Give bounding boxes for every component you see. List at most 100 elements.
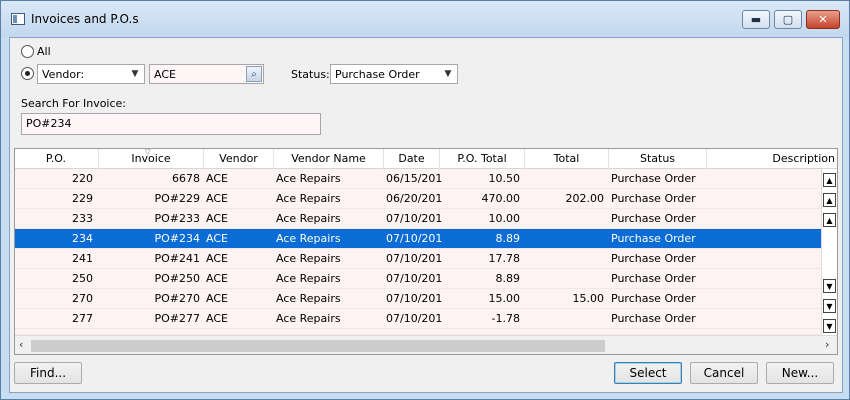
scroll-down-icon[interactable]: ▼ bbox=[823, 279, 836, 293]
scroll-left-icon[interactable]: ‹ bbox=[19, 338, 23, 351]
horizontal-scroll-thumb[interactable] bbox=[31, 340, 605, 352]
scroll-top-icon[interactable]: ▲ bbox=[823, 173, 836, 187]
table-row[interactable]: 250 PO#250 ACE Ace Repairs 07/10/201 8.89 Purc… bbox=[15, 269, 821, 289]
cancel-button[interactable]: Cancel bbox=[690, 362, 758, 384]
vendor-type-combo[interactable]: Vendor: ▼ bbox=[37, 64, 145, 84]
cell-po: 220 bbox=[72, 172, 93, 185]
cell-vendor-name: Ace Repairs bbox=[276, 172, 341, 185]
cell-total bbox=[525, 229, 604, 249]
cell-vendor: ACE bbox=[206, 192, 228, 205]
cell-vendor: ACE bbox=[206, 212, 228, 225]
table-row[interactable]: 220 6678 ACE Ace Repairs 06/15/201 10.50 Purch… bbox=[15, 169, 821, 189]
horizontal-scrollbar[interactable]: ‹ › bbox=[15, 335, 837, 354]
column-header-invoice[interactable]: Invoice bbox=[99, 149, 204, 169]
scroll-right-icon[interactable]: › bbox=[825, 338, 829, 351]
cell-po-total: 17.78 bbox=[488, 252, 521, 265]
vendor-lookup-button[interactable]: ⌕ bbox=[246, 66, 262, 82]
window-title: Invoices and P.O.s bbox=[31, 12, 139, 26]
vendor-type-value: Vendor: bbox=[42, 68, 85, 81]
cell-date: 07/10/201 bbox=[386, 292, 442, 305]
cell-po-total: 8.89 bbox=[495, 272, 521, 285]
vendor-input[interactable]: ACE ⌕ bbox=[149, 64, 264, 84]
magnifier-icon: ⌕ bbox=[251, 68, 257, 80]
cell-po: 229 bbox=[72, 192, 93, 205]
find-button[interactable]: Find... bbox=[14, 362, 82, 384]
cell-invoice: 6678 bbox=[172, 172, 200, 185]
table-row[interactable]: 270 PO#270 ACE Ace Repairs 07/10/201 15.00 15.… bbox=[15, 289, 821, 309]
title-bar[interactable]: Invoices and P.O.s ▬ ▢ ✕ bbox=[1, 1, 849, 37]
column-header-status[interactable]: Status bbox=[609, 149, 707, 169]
search-invoice-input[interactable]: PO#234 bbox=[21, 113, 321, 135]
vertical-scrollbar[interactable]: ▲ ▲ ▲ ▼ ▼ ▼ bbox=[821, 169, 837, 335]
column-header-vendor[interactable]: Vendor bbox=[204, 149, 274, 169]
cell-vendor-name: Ace Repairs bbox=[276, 232, 341, 245]
maximize-icon: ▢ bbox=[782, 13, 794, 26]
cell-vendor: ACE bbox=[206, 292, 228, 305]
cell-date: 06/15/201 bbox=[386, 172, 442, 185]
cell-po: 234 bbox=[72, 232, 93, 245]
new-button[interactable]: New... bbox=[766, 362, 834, 384]
table-row[interactable]: 233 PO#233 ACE Ace Repairs 07/10/201 10.00 Pur… bbox=[15, 209, 821, 229]
scroll-page-down-icon[interactable]: ▼ bbox=[823, 299, 836, 313]
cell-status: Purchase Order bbox=[611, 272, 696, 285]
cell-total bbox=[525, 249, 604, 269]
scroll-up-icon[interactable]: ▲ bbox=[823, 213, 836, 227]
cell-po: 233 bbox=[72, 212, 93, 225]
cell-po-total: -1.78 bbox=[491, 312, 520, 325]
sort-indicator-icon: ▽ bbox=[145, 148, 151, 156]
cell-po-total: 10.50 bbox=[488, 172, 521, 185]
cell-status: Purchase Order bbox=[611, 192, 696, 205]
cell-date: 07/10/201 bbox=[386, 252, 442, 265]
cell-date: 07/10/201 bbox=[386, 312, 442, 325]
cell-description bbox=[709, 169, 817, 189]
cell-po-total: 470.00 bbox=[481, 192, 521, 205]
cell-total: 15.00 bbox=[572, 292, 605, 305]
column-header-vendor-name[interactable]: Vendor Name bbox=[274, 149, 384, 169]
cell-status: Purchase Order bbox=[611, 172, 696, 185]
cell-description bbox=[709, 289, 817, 309]
cell-date: 07/10/201 bbox=[386, 272, 442, 285]
status-label: Status: bbox=[291, 68, 330, 81]
dialog-body: All Vendor: ▼ ACE ⌕ Status: Purchase Ord… bbox=[9, 37, 843, 393]
table-row[interactable]: 241 PO#241 ACE Ace Repairs 07/10/201 17.78 Pur… bbox=[15, 249, 821, 269]
cell-description bbox=[709, 229, 817, 249]
cell-po: 270 bbox=[72, 292, 93, 305]
cell-invoice: PO#250 bbox=[154, 272, 200, 285]
vendor-radio[interactable] bbox=[21, 67, 34, 80]
cell-vendor-name: Ace Repairs bbox=[276, 312, 341, 325]
cell-po-total: 8.89 bbox=[495, 232, 521, 245]
cell-invoice: PO#270 bbox=[154, 292, 200, 305]
cell-po: 241 bbox=[72, 252, 93, 265]
table-row[interactable]: 277 PO#277 ACE Ace Repairs 07/10/201 -1.78 Pur… bbox=[15, 309, 821, 329]
all-radio[interactable] bbox=[21, 45, 34, 58]
cell-total bbox=[525, 269, 604, 289]
cell-vendor-name: Ace Repairs bbox=[276, 292, 341, 305]
cell-po-total: 10.00 bbox=[488, 212, 521, 225]
select-button[interactable]: Select bbox=[614, 362, 682, 384]
all-radio-label[interactable]: All bbox=[37, 45, 51, 58]
scroll-bottom-icon[interactable]: ▼ bbox=[823, 319, 836, 333]
column-header-date[interactable]: Date bbox=[384, 149, 440, 169]
column-header-total[interactable]: Total bbox=[525, 149, 609, 169]
maximize-button[interactable]: ▢ bbox=[774, 10, 802, 29]
cell-date: 06/20/201 bbox=[386, 192, 442, 205]
cell-description bbox=[709, 209, 817, 229]
column-header-po-total[interactable]: P.O. Total bbox=[440, 149, 525, 169]
cell-invoice: PO#233 bbox=[154, 212, 200, 225]
table-row[interactable]: 229 PO#229 ACE Ace Repairs 06/20/201 470.00 20… bbox=[15, 189, 821, 209]
cell-status: Purchase Order bbox=[611, 232, 696, 245]
cell-total bbox=[525, 169, 604, 189]
table-row[interactable]: 234 PO#234 ACE Ace Repairs 07/10/201 8.89 Purc… bbox=[15, 229, 821, 249]
scroll-page-up-icon[interactable]: ▲ bbox=[823, 193, 836, 207]
close-button[interactable]: ✕ bbox=[806, 10, 840, 29]
cell-status: Purchase Order bbox=[611, 252, 696, 265]
cell-po: 277 bbox=[72, 312, 93, 325]
cell-vendor-name: Ace Repairs bbox=[276, 192, 341, 205]
column-header-po[interactable]: P.O. bbox=[15, 149, 99, 169]
cell-vendor: ACE bbox=[206, 272, 228, 285]
status-combo[interactable]: Purchase Order ▼ bbox=[330, 64, 458, 84]
minimize-button[interactable]: ▬ bbox=[742, 10, 770, 29]
column-header-invoice-label: Invoice bbox=[131, 152, 171, 165]
invoice-grid[interactable]: P.O. Invoice ▽ Vendor Vendor Name Date P… bbox=[14, 148, 838, 355]
column-header-description[interactable]: Description bbox=[707, 149, 837, 169]
